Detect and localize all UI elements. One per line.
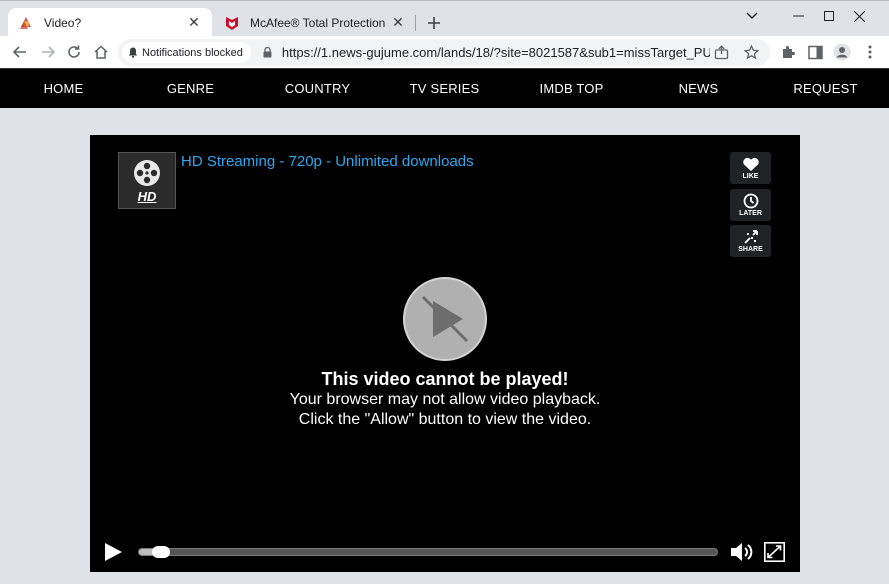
tab-close-icon[interactable]: ✕ xyxy=(390,14,406,31)
video-player[interactable]: HD HD Streaming - 720p - Unlimited downl… xyxy=(90,135,800,572)
profile-button[interactable] xyxy=(830,40,854,64)
side-panel-icon xyxy=(807,45,823,59)
hd-logo: HD xyxy=(118,152,176,209)
close-icon xyxy=(853,10,865,22)
share-label: SHARE xyxy=(738,245,763,253)
url-text[interactable]: https://1.news-gujume.com/lands/18/?site… xyxy=(282,45,710,60)
new-tab-button[interactable] xyxy=(423,12,445,34)
tab-title: McAfee® Total Protection xyxy=(250,15,386,30)
stream-title[interactable]: HD Streaming - 720p - Unlimited download… xyxy=(181,153,474,170)
share-icon xyxy=(743,229,758,244)
notifications-blocked-chip[interactable]: Notifications blocked xyxy=(122,42,251,63)
tab-separator xyxy=(415,15,416,31)
hd-logo-text: HD xyxy=(137,188,157,204)
error-line-1: Your browser may not allow video playbac… xyxy=(289,391,601,408)
kebab-menu-icon xyxy=(868,45,872,59)
nav-genre[interactable]: GENRE xyxy=(127,81,254,96)
like-label: LIKE xyxy=(742,172,759,180)
share-button[interactable]: SHARE xyxy=(730,225,771,257)
like-button[interactable]: LIKE xyxy=(730,152,771,184)
bookmark-star-icon[interactable] xyxy=(740,42,762,64)
puzzle-icon xyxy=(783,46,795,58)
tab-video[interactable]: Video? ✕ xyxy=(8,8,212,37)
plus-icon xyxy=(428,17,440,29)
nav-home[interactable]: HOME xyxy=(0,81,127,96)
notifications-blocked-label: Notifications blocked xyxy=(142,46,243,59)
address-bar[interactable]: Notifications blocked https://1.news-guj… xyxy=(118,39,770,66)
bell-icon xyxy=(128,47,138,58)
menu-button[interactable] xyxy=(858,40,882,64)
volume-button[interactable] xyxy=(730,541,754,563)
nav-request[interactable]: REQUEST xyxy=(762,81,889,96)
share-page-icon[interactable] xyxy=(710,42,732,64)
play-button[interactable] xyxy=(103,542,123,562)
nav-country[interactable]: COUNTRY xyxy=(254,81,381,96)
play-disabled-icon xyxy=(421,295,469,343)
nav-imdb-top[interactable]: IMDB TOP xyxy=(508,81,635,96)
tab-search-button[interactable] xyxy=(729,1,775,31)
tab-title: Video? xyxy=(44,15,82,30)
error-line-2: Click the "Allow" button to view the vid… xyxy=(298,411,592,428)
fullscreen-button[interactable] xyxy=(764,542,785,562)
video-site-favicon xyxy=(18,15,34,31)
maximize-icon xyxy=(824,11,834,21)
minimize-icon xyxy=(792,15,804,17)
side-panel-button[interactable] xyxy=(803,40,827,64)
reload-icon xyxy=(68,45,80,58)
back-button[interactable] xyxy=(8,40,32,64)
progress-bar[interactable] xyxy=(138,546,718,558)
film-reel-icon xyxy=(134,159,160,186)
site-nav: HOME GENRE COUNTRY TV SERIES IMDB TOP NE… xyxy=(0,68,889,108)
heart-icon xyxy=(742,157,759,171)
later-button[interactable]: LATER xyxy=(730,189,771,221)
clock-icon xyxy=(743,193,758,209)
back-arrow-icon xyxy=(12,46,26,58)
reload-button[interactable] xyxy=(62,40,86,64)
tab-close-icon[interactable]: ✕ xyxy=(186,14,202,31)
big-play-button[interactable] xyxy=(403,277,487,361)
home-icon xyxy=(94,45,108,59)
progress-handle[interactable] xyxy=(152,546,170,558)
lock-icon[interactable] xyxy=(263,47,272,58)
fullscreen-icon xyxy=(764,542,785,562)
avatar-icon xyxy=(833,43,851,61)
tab-mcafee[interactable]: McAfee® Total Protection ✕ xyxy=(214,8,416,37)
player-controls xyxy=(90,535,800,569)
error-heading: This video cannot be played! xyxy=(321,369,569,389)
extensions-button[interactable] xyxy=(776,40,800,64)
nav-tv-series[interactable]: TV SERIES xyxy=(381,81,508,96)
mcafee-logo-icon xyxy=(224,15,240,31)
volume-icon xyxy=(731,543,753,561)
home-button[interactable] xyxy=(89,40,113,64)
nav-news[interactable]: NEWS xyxy=(635,81,762,96)
browser-titlebar: Video? ✕ McAfee® Total Protection ✕ xyxy=(0,0,889,37)
chevron-down-icon xyxy=(746,12,758,19)
browser-toolbar: Notifications blocked https://1.news-guj… xyxy=(0,36,889,68)
later-label: LATER xyxy=(739,210,762,217)
play-icon xyxy=(105,543,122,561)
forward-button[interactable] xyxy=(36,40,60,64)
close-window-button[interactable] xyxy=(836,1,882,31)
forward-arrow-icon xyxy=(42,46,56,58)
